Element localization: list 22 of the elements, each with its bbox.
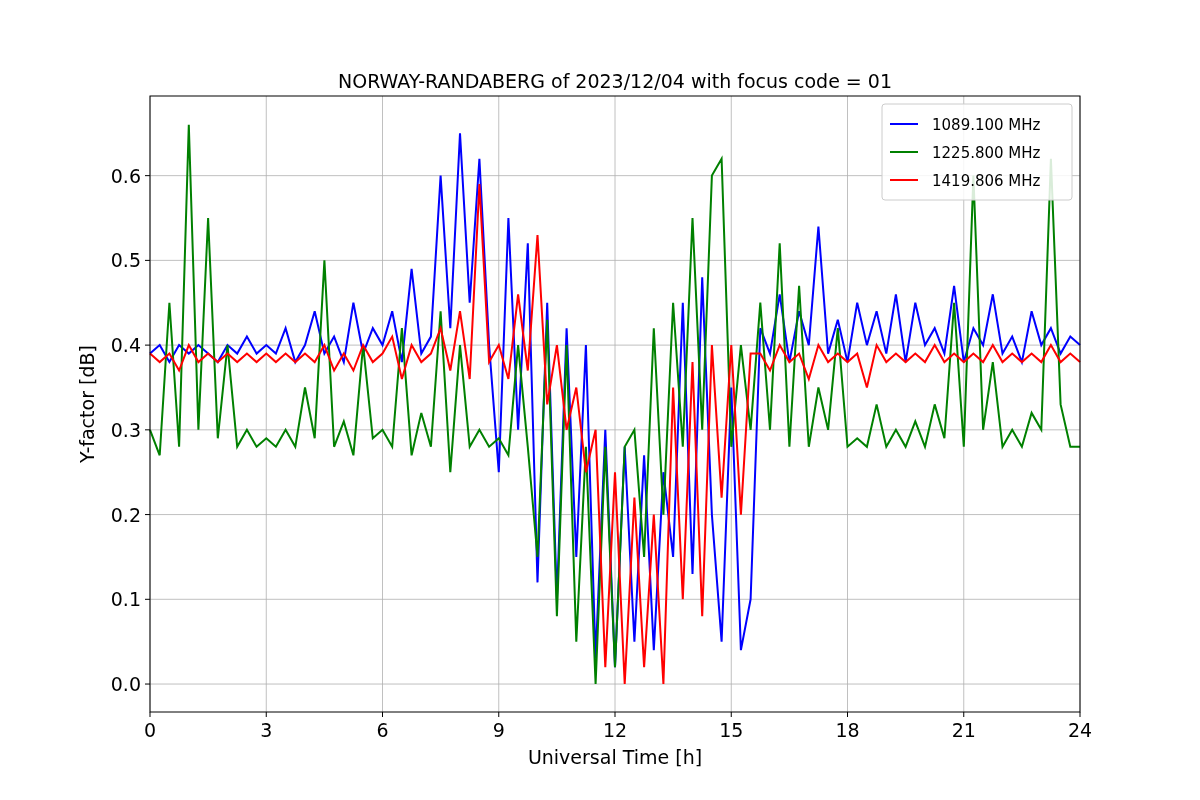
tick-label: 6	[376, 719, 389, 741]
tick-label: 3	[260, 719, 273, 741]
tick-label: 0.4	[110, 334, 141, 357]
tick-label: 18	[835, 719, 860, 741]
tick-label: 0	[143, 719, 157, 741]
legend-label: 1419.806 MHz	[932, 172, 1041, 190]
tick-label: 12	[602, 719, 628, 741]
chart-title: NORWAY-RANDABERG of 2023/12/04 with focus code = 01	[338, 70, 892, 92]
tick-label: 0.0	[110, 673, 141, 696]
legend-label: 1225.800 MHz	[932, 144, 1041, 162]
tick-label: 9	[492, 719, 505, 741]
tick-label: 15	[719, 719, 744, 741]
tick-label: 0.6	[110, 164, 141, 187]
x-axis-label: Universal Time [h]	[527, 746, 703, 768]
tick-label: 24	[1067, 719, 1093, 741]
tick-label: 21	[951, 719, 976, 741]
tick-label: 0.2	[110, 503, 141, 526]
tick-label: 0.3	[110, 418, 141, 441]
tick-label: 0.1	[110, 588, 141, 611]
tick-label: 0.5	[110, 249, 141, 272]
y-axis-label: Y-factor [dB]	[76, 345, 98, 463]
legend-label: 1089.100 MHz	[932, 116, 1041, 134]
